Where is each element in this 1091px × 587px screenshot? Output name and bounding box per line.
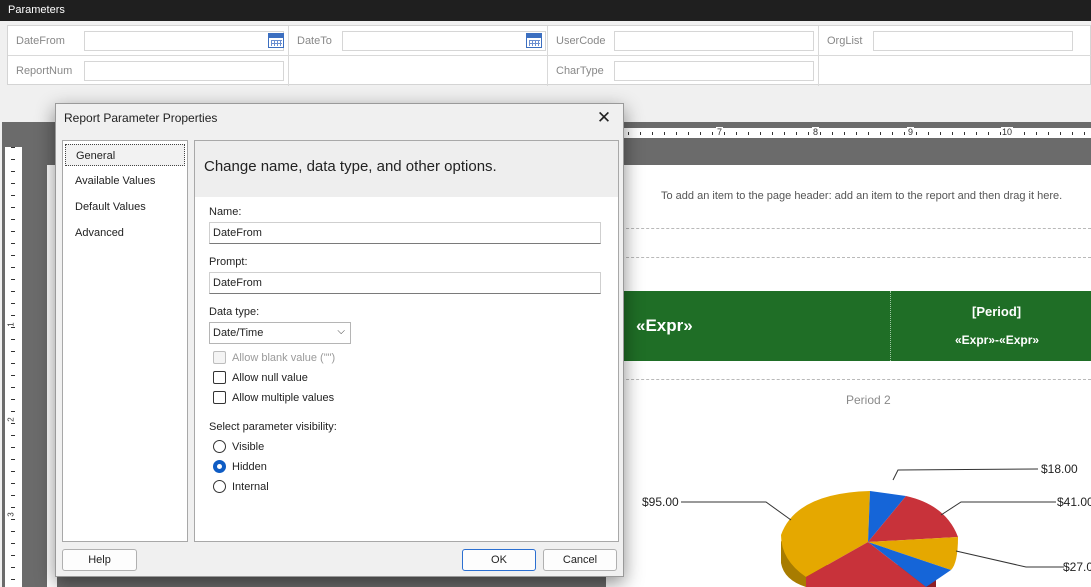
param-cell-usercode: UserCode bbox=[548, 26, 819, 56]
param-label-reportnum: ReportNum bbox=[16, 65, 73, 77]
name-label: Name: bbox=[209, 206, 242, 218]
chevron-down-icon: ⌵ bbox=[337, 326, 345, 337]
checkbox-box[interactable] bbox=[213, 351, 226, 364]
expr-textbox[interactable]: «Expr» bbox=[636, 316, 693, 336]
chart-data-label: $27.00 bbox=[1063, 560, 1091, 574]
panel-heading-text: Change name, data type, and other option… bbox=[204, 158, 497, 175]
allow-null-label: Allow null value bbox=[232, 371, 308, 384]
visibility-visible-label: Visible bbox=[232, 440, 265, 453]
param-cell-orglist: OrgList bbox=[819, 26, 1091, 56]
chart-data-label: $95.00 bbox=[642, 495, 679, 509]
param-cell-chartype: CharType bbox=[548, 56, 819, 86]
param-input-orglist[interactable] bbox=[873, 31, 1073, 51]
param-cell-dateto: DateTo bbox=[289, 26, 548, 56]
param-input-usercode[interactable] bbox=[614, 31, 814, 51]
param-label-usercode: UserCode bbox=[556, 35, 606, 47]
prompt-input[interactable] bbox=[209, 272, 601, 294]
nav-item-general[interactable]: General bbox=[65, 144, 185, 166]
ruler-number: 10 bbox=[1001, 127, 1014, 137]
dialog-title: Report Parameter Properties bbox=[64, 111, 218, 125]
pie-chart[interactable] bbox=[606, 455, 1091, 587]
param-cell-datefrom: DateFrom bbox=[8, 26, 289, 56]
allow-blank-label: Allow blank value ("") bbox=[232, 351, 336, 364]
general-panel: Change name, data type, and other option… bbox=[194, 140, 619, 542]
ruler-number: 3 bbox=[6, 512, 16, 517]
visibility-internal-label: Internal bbox=[232, 480, 269, 493]
param-cell-reportnum: ReportNum bbox=[8, 56, 289, 86]
cell-divider bbox=[890, 291, 891, 361]
visibility-hidden-radio[interactable]: Hidden bbox=[213, 460, 267, 473]
tablix-header-row[interactable]: «Expr» [Period] «Expr»-«Expr» bbox=[622, 291, 1091, 361]
visibility-hidden-label: Hidden bbox=[232, 460, 267, 473]
ruler-number: 2 bbox=[6, 417, 16, 422]
data-type-select[interactable]: Date/Time ⌵ bbox=[209, 322, 351, 344]
period-header-textbox[interactable]: [Period] bbox=[972, 304, 1021, 319]
dialog-nav: General Available Values Default Values … bbox=[62, 140, 188, 542]
nav-item-default-values[interactable]: Default Values bbox=[65, 196, 185, 218]
param-label-orglist: OrgList bbox=[827, 35, 863, 47]
data-type-label: Data type: bbox=[209, 306, 260, 318]
visibility-label: Select parameter visibility: bbox=[209, 421, 337, 433]
param-label-chartype: CharType bbox=[556, 65, 604, 77]
report-parameter-properties-dialog: Report Parameter Properties ✕ General Av… bbox=[55, 103, 624, 577]
leader-line bbox=[940, 501, 1056, 516]
period-range-textbox[interactable]: «Expr»-«Expr» bbox=[955, 333, 1039, 347]
param-input-reportnum[interactable] bbox=[84, 61, 284, 81]
nav-item-advanced[interactable]: Advanced bbox=[65, 222, 185, 244]
prompt-label: Prompt: bbox=[209, 256, 248, 268]
section-divider bbox=[606, 379, 1091, 380]
chart-data-label: $41.00 bbox=[1057, 495, 1091, 509]
radio-button[interactable] bbox=[213, 480, 226, 493]
panel-heading: Change name, data type, and other option… bbox=[195, 141, 618, 197]
ruler-number: 1 bbox=[6, 322, 16, 327]
leader-line bbox=[892, 468, 1039, 481]
help-button[interactable]: Help bbox=[62, 549, 137, 571]
ok-button[interactable]: OK bbox=[462, 549, 536, 571]
section-divider bbox=[606, 228, 1091, 229]
checkbox-box[interactable] bbox=[213, 371, 226, 384]
section-divider bbox=[606, 257, 1091, 258]
leader-line bbox=[955, 550, 1064, 568]
visibility-visible-radio[interactable]: Visible bbox=[213, 440, 264, 453]
checkbox-box[interactable] bbox=[213, 391, 226, 404]
close-icon[interactable]: ✕ bbox=[593, 107, 615, 129]
radio-button-selected[interactable] bbox=[213, 460, 226, 473]
ruler-number: 7 bbox=[716, 127, 724, 137]
param-label-dateto: DateTo bbox=[297, 35, 332, 47]
chart-title: Period 2 bbox=[846, 393, 891, 407]
param-input-datefrom[interactable] bbox=[84, 31, 284, 51]
cancel-button[interactable]: Cancel bbox=[543, 549, 617, 571]
allow-multiple-label: Allow multiple values bbox=[232, 391, 335, 404]
parameters-title: Parameters bbox=[0, 0, 1091, 21]
calendar-icon[interactable] bbox=[268, 33, 284, 48]
calendar-icon[interactable] bbox=[526, 33, 542, 48]
page-header-hint: To add an item to the page header: add a… bbox=[661, 190, 1063, 202]
horizontal-ruler bbox=[604, 128, 1091, 138]
ruler-number: 8 bbox=[812, 127, 820, 137]
name-input[interactable] bbox=[209, 222, 601, 244]
allow-blank-checkbox[interactable]: Allow blank value ("") bbox=[213, 351, 335, 364]
visibility-internal-radio[interactable]: Internal bbox=[213, 480, 269, 493]
param-input-chartype[interactable] bbox=[614, 61, 814, 81]
leader-line bbox=[681, 501, 792, 521]
radio-button[interactable] bbox=[213, 440, 226, 453]
allow-null-checkbox[interactable]: Allow null value bbox=[213, 371, 308, 384]
param-input-dateto[interactable] bbox=[342, 31, 546, 51]
chart-data-label: $18.00 bbox=[1041, 462, 1078, 476]
nav-item-available-values[interactable]: Available Values bbox=[65, 170, 185, 192]
data-type-value: Date/Time bbox=[213, 327, 264, 339]
allow-multiple-checkbox[interactable]: Allow multiple values bbox=[213, 391, 334, 404]
parameters-grid: DateFrom DateTo UserCode OrgList ReportN… bbox=[7, 25, 1091, 86]
ruler-number: 9 bbox=[907, 127, 915, 137]
param-label-datefrom: DateFrom bbox=[16, 35, 65, 47]
vertical-ruler bbox=[5, 147, 22, 587]
param-cell-empty bbox=[289, 56, 548, 86]
